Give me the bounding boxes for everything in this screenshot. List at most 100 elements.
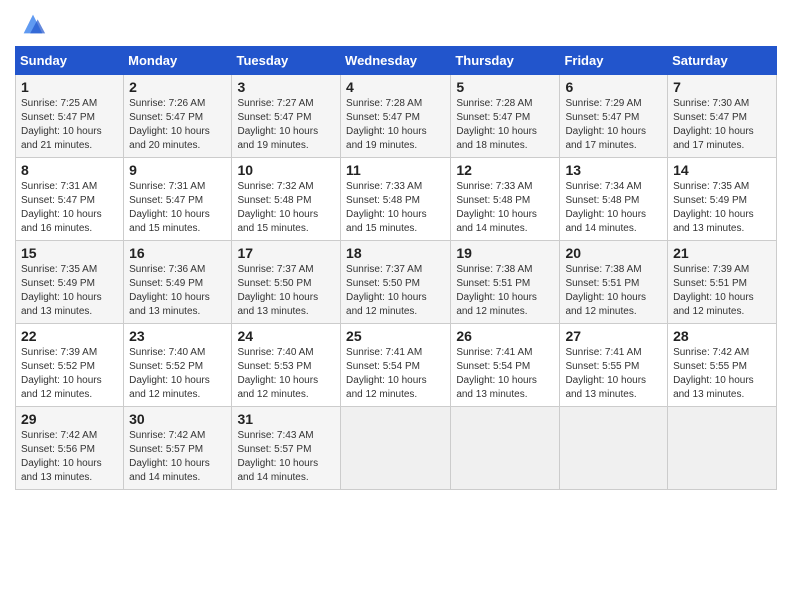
day-details: Sunrise: 7:41 AMSunset: 5:55 PMDaylight:… xyxy=(565,347,646,400)
page: SundayMondayTuesdayWednesdayThursdayFrid… xyxy=(0,0,792,612)
day-number: 5 xyxy=(456,79,554,95)
calendar-body: 1 Sunrise: 7:25 AMSunset: 5:47 PMDaylight… xyxy=(16,75,777,490)
day-cell: 6Sunrise: 7:29 AMSunset: 5:47 PMDaylight… xyxy=(560,75,668,158)
day-cell: 3 Sunrise: 7:27 AMSunset: 5:47 PMDaylight… xyxy=(232,75,341,158)
day-number: 8 xyxy=(21,162,118,178)
day-number: 7 xyxy=(673,79,771,95)
day-cell: 23 Sunrise: 7:40 AMSunset: 5:52 PMDayligh… xyxy=(124,324,232,407)
day-details: Sunrise: 7:32 AMSunset: 5:48 PMDaylight:… xyxy=(237,181,318,234)
day-cell: 29Sunrise: 7:42 AMSunset: 5:56 PMDayligh… xyxy=(16,407,124,490)
day-number: 28 xyxy=(673,328,771,344)
day-cell: 28Sunrise: 7:42 AMSunset: 5:55 PMDayligh… xyxy=(668,324,777,407)
day-number: 29 xyxy=(21,411,118,427)
day-cell: 22 Sunrise: 7:39 AMSunset: 5:52 PMDayligh… xyxy=(16,324,124,407)
day-cell: 20Sunrise: 7:38 AMSunset: 5:51 PMDayligh… xyxy=(560,241,668,324)
day-cell: 2 Sunrise: 7:26 AMSunset: 5:47 PMDaylight… xyxy=(124,75,232,158)
day-number: 21 xyxy=(673,245,771,261)
day-cell: 9 Sunrise: 7:31 AMSunset: 5:47 PMDaylight… xyxy=(124,158,232,241)
day-number: 10 xyxy=(237,162,335,178)
day-details: Sunrise: 7:37 AMSunset: 5:50 PMDaylight:… xyxy=(346,264,427,317)
day-details: Sunrise: 7:40 AMSunset: 5:52 PMDaylight:… xyxy=(129,347,210,400)
week-row-0: 1 Sunrise: 7:25 AMSunset: 5:47 PMDaylight… xyxy=(16,75,777,158)
day-details: Sunrise: 7:25 AMSunset: 5:47 PMDaylight:… xyxy=(21,98,102,151)
day-cell: 21 Sunrise: 7:39 AMSunset: 5:51 PMDayligh… xyxy=(668,241,777,324)
day-number: 30 xyxy=(129,411,226,427)
day-details: Sunrise: 7:41 AMSunset: 5:54 PMDaylight:… xyxy=(456,347,537,400)
day-cell: 31Sunrise: 7:43 AMSunset: 5:57 PMDayligh… xyxy=(232,407,341,490)
header-cell-thursday: Thursday xyxy=(451,47,560,75)
day-number: 18 xyxy=(346,245,445,261)
day-cell: 5 Sunrise: 7:28 AMSunset: 5:47 PMDaylight… xyxy=(451,75,560,158)
day-details: Sunrise: 7:30 AMSunset: 5:47 PMDaylight:… xyxy=(673,98,754,151)
day-cell: 14 Sunrise: 7:35 AMSunset: 5:49 PMDayligh… xyxy=(668,158,777,241)
day-details: Sunrise: 7:41 AMSunset: 5:54 PMDaylight:… xyxy=(346,347,427,400)
day-details: Sunrise: 7:28 AMSunset: 5:47 PMDaylight:… xyxy=(456,98,537,151)
day-details: Sunrise: 7:31 AMSunset: 5:47 PMDaylight:… xyxy=(21,181,102,234)
header-cell-saturday: Saturday xyxy=(668,47,777,75)
day-number: 17 xyxy=(237,245,335,261)
day-cell: 26Sunrise: 7:41 AMSunset: 5:54 PMDayligh… xyxy=(451,324,560,407)
day-number: 1 xyxy=(21,79,118,95)
day-number: 11 xyxy=(346,162,445,178)
day-number: 23 xyxy=(129,328,226,344)
day-cell: 15 Sunrise: 7:35 AMSunset: 5:49 PMDayligh… xyxy=(16,241,124,324)
day-cell xyxy=(341,407,451,490)
logo-area xyxy=(15,10,47,38)
week-row-4: 29Sunrise: 7:42 AMSunset: 5:56 PMDayligh… xyxy=(16,407,777,490)
day-number: 3 xyxy=(237,79,335,95)
day-number: 9 xyxy=(129,162,226,178)
day-cell: 27 Sunrise: 7:41 AMSunset: 5:55 PMDayligh… xyxy=(560,324,668,407)
header-row: SundayMondayTuesdayWednesdayThursdayFrid… xyxy=(16,47,777,75)
header-cell-tuesday: Tuesday xyxy=(232,47,341,75)
day-details: Sunrise: 7:26 AMSunset: 5:47 PMDaylight:… xyxy=(129,98,210,151)
day-cell: 7 Sunrise: 7:30 AMSunset: 5:47 PMDaylight… xyxy=(668,75,777,158)
day-number: 2 xyxy=(129,79,226,95)
day-details: Sunrise: 7:35 AMSunset: 5:49 PMDaylight:… xyxy=(673,181,754,234)
day-number: 12 xyxy=(456,162,554,178)
day-cell: 12 Sunrise: 7:33 AMSunset: 5:48 PMDayligh… xyxy=(451,158,560,241)
week-row-2: 15 Sunrise: 7:35 AMSunset: 5:49 PMDayligh… xyxy=(16,241,777,324)
logo-icon xyxy=(19,10,47,38)
day-number: 24 xyxy=(237,328,335,344)
calendar-table: SundayMondayTuesdayWednesdayThursdayFrid… xyxy=(15,46,777,490)
header-cell-sunday: Sunday xyxy=(16,47,124,75)
day-number: 13 xyxy=(565,162,662,178)
day-number: 19 xyxy=(456,245,554,261)
day-cell: 8 Sunrise: 7:31 AMSunset: 5:47 PMDaylight… xyxy=(16,158,124,241)
week-row-1: 8 Sunrise: 7:31 AMSunset: 5:47 PMDaylight… xyxy=(16,158,777,241)
day-details: Sunrise: 7:28 AMSunset: 5:47 PMDaylight:… xyxy=(346,98,427,151)
header-cell-wednesday: Wednesday xyxy=(341,47,451,75)
day-cell xyxy=(668,407,777,490)
day-number: 31 xyxy=(237,411,335,427)
day-details: Sunrise: 7:31 AMSunset: 5:47 PMDaylight:… xyxy=(129,181,210,234)
day-details: Sunrise: 7:34 AMSunset: 5:48 PMDaylight:… xyxy=(565,181,646,234)
day-number: 20 xyxy=(565,245,662,261)
week-row-3: 22 Sunrise: 7:39 AMSunset: 5:52 PMDayligh… xyxy=(16,324,777,407)
day-details: Sunrise: 7:35 AMSunset: 5:49 PMDaylight:… xyxy=(21,264,102,317)
day-cell: 30 Sunrise: 7:42 AMSunset: 5:57 PMDayligh… xyxy=(124,407,232,490)
day-number: 15 xyxy=(21,245,118,261)
day-details: Sunrise: 7:39 AMSunset: 5:51 PMDaylight:… xyxy=(673,264,754,317)
day-details: Sunrise: 7:38 AMSunset: 5:51 PMDaylight:… xyxy=(456,264,537,317)
day-cell: 24 Sunrise: 7:40 AMSunset: 5:53 PMDayligh… xyxy=(232,324,341,407)
day-details: Sunrise: 7:40 AMSunset: 5:53 PMDaylight:… xyxy=(237,347,318,400)
day-details: Sunrise: 7:29 AMSunset: 5:47 PMDaylight:… xyxy=(565,98,646,151)
day-cell: 11 Sunrise: 7:33 AMSunset: 5:48 PMDayligh… xyxy=(341,158,451,241)
day-details: Sunrise: 7:33 AMSunset: 5:48 PMDaylight:… xyxy=(456,181,537,234)
day-cell: 10 Sunrise: 7:32 AMSunset: 5:48 PMDayligh… xyxy=(232,158,341,241)
day-cell: 13 Sunrise: 7:34 AMSunset: 5:48 PMDayligh… xyxy=(560,158,668,241)
header-cell-monday: Monday xyxy=(124,47,232,75)
day-number: 27 xyxy=(565,328,662,344)
day-cell: 18 Sunrise: 7:37 AMSunset: 5:50 PMDayligh… xyxy=(341,241,451,324)
day-details: Sunrise: 7:33 AMSunset: 5:48 PMDaylight:… xyxy=(346,181,427,234)
day-cell: 25Sunrise: 7:41 AMSunset: 5:54 PMDayligh… xyxy=(341,324,451,407)
day-details: Sunrise: 7:42 AMSunset: 5:57 PMDaylight:… xyxy=(129,430,210,483)
day-number: 16 xyxy=(129,245,226,261)
day-details: Sunrise: 7:27 AMSunset: 5:47 PMDaylight:… xyxy=(237,98,318,151)
day-number: 22 xyxy=(21,328,118,344)
day-cell: 19 Sunrise: 7:38 AMSunset: 5:51 PMDayligh… xyxy=(451,241,560,324)
day-details: Sunrise: 7:39 AMSunset: 5:52 PMDaylight:… xyxy=(21,347,102,400)
day-cell: 16Sunrise: 7:36 AMSunset: 5:49 PMDayligh… xyxy=(124,241,232,324)
day-number: 14 xyxy=(673,162,771,178)
day-cell xyxy=(560,407,668,490)
